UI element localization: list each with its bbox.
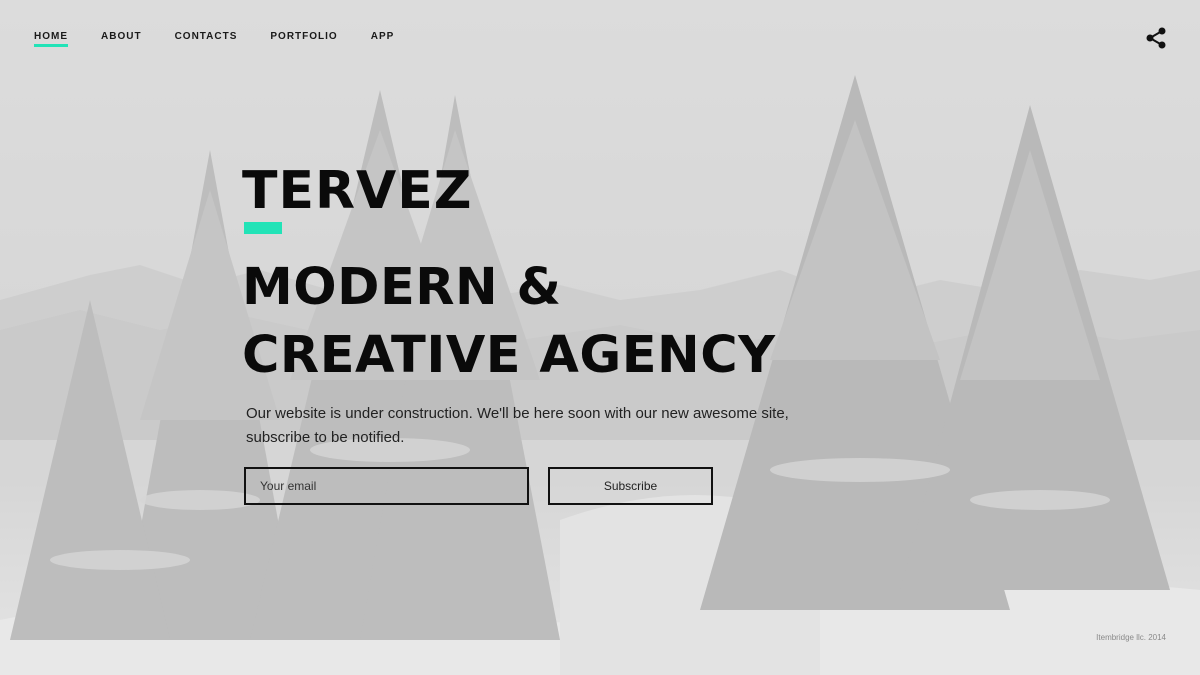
subscribe-button[interactable]: Subscribe (548, 467, 713, 505)
headline: MODERN & CREATIVE AGENCY (242, 254, 882, 390)
nav-item-app[interactable]: APP (371, 31, 395, 47)
hero: TERVEZ MODERN & CREATIVE AGENCY Our webs… (242, 160, 882, 450)
nav-item-portfolio[interactable]: PORTFOLIO (270, 31, 337, 47)
brand-title: TERVEZ (242, 161, 473, 221)
nav-item-about[interactable]: ABOUT (101, 31, 142, 47)
nav-item-contacts[interactable]: CONTACTS (175, 31, 238, 47)
headline-line-1: MODERN & (242, 258, 562, 317)
subscribe-form: Subscribe (244, 467, 713, 505)
main-nav: HOME ABOUT CONTACTS PORTFOLIO APP (34, 31, 427, 47)
accent-bar (244, 222, 282, 234)
share-icon[interactable] (1145, 27, 1167, 49)
copyright-text: Itembridge llc. 2014 (1096, 633, 1166, 642)
headline-line-2: CREATIVE AGENCY (242, 326, 776, 385)
nav-item-home[interactable]: HOME (34, 31, 68, 47)
email-input[interactable] (244, 467, 529, 505)
construction-description: Our website is under construction. We'll… (246, 405, 789, 446)
